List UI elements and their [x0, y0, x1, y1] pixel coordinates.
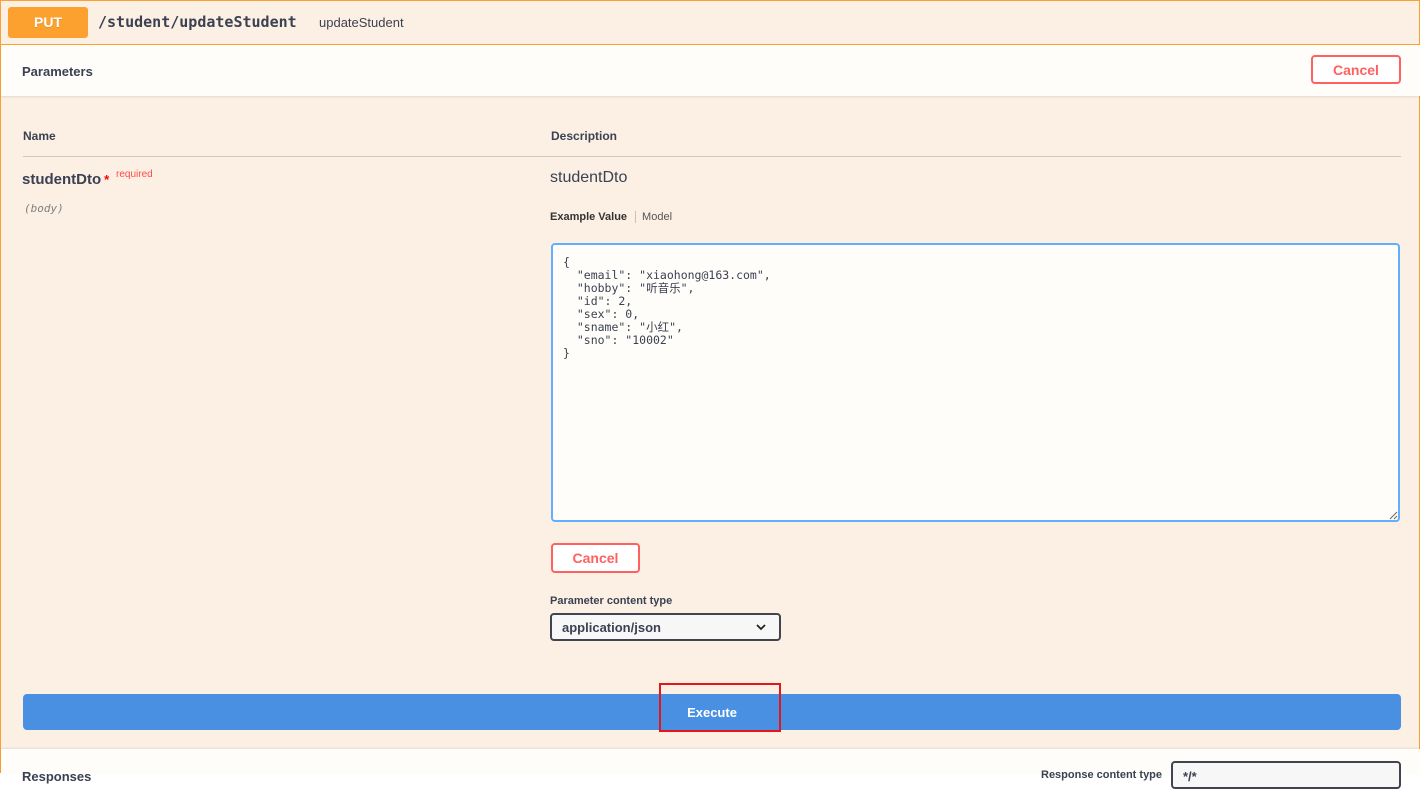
- chevron-down-icon: [756, 624, 766, 631]
- response-content-type-label: Response content type: [1041, 769, 1163, 781]
- column-description-header: Description: [551, 129, 618, 143]
- operation-summary: updateStudent: [319, 15, 404, 30]
- execute-button[interactable]: Execute: [23, 694, 1401, 730]
- example-model-tabs: Example Value Model: [550, 211, 672, 223]
- tab-model[interactable]: Model: [636, 211, 672, 223]
- body-param-textarea[interactable]: { "email": "xiaohong@163.com", "hobby": …: [551, 243, 1400, 522]
- parameter-content-type-value: application/json: [562, 620, 661, 635]
- parameters-header: Parameters: [1, 45, 1420, 96]
- parameter-description: studentDto: [550, 169, 628, 186]
- required-label: required: [116, 169, 153, 180]
- resize-grip-icon[interactable]: [1388, 510, 1398, 520]
- method-badge: PUT: [8, 7, 88, 38]
- required-star: *: [104, 172, 110, 187]
- parameters-title: Parameters: [22, 64, 93, 79]
- opblock-put: PUT /student/updateStudent updateStudent…: [0, 0, 1420, 789]
- tab-example-value[interactable]: Example Value: [550, 211, 637, 223]
- parameter-content-type-label: Parameter content type: [550, 595, 673, 607]
- cancel-edit-button[interactable]: Cancel: [551, 543, 640, 573]
- parameter-location: (body): [24, 202, 64, 215]
- response-content-type-value: */*: [1183, 769, 1197, 784]
- table-divider: [23, 156, 1401, 157]
- response-content-type-select[interactable]: */*: [1171, 761, 1401, 789]
- parameter-name-text: studentDto: [22, 171, 102, 188]
- parameter-content-type-select[interactable]: application/json: [550, 613, 781, 641]
- opblock-summary[interactable]: PUT /student/updateStudent updateStudent: [1, 1, 1420, 45]
- operation-path: /student/updateStudent: [98, 13, 297, 31]
- responses-title: Responses: [22, 769, 92, 784]
- column-name-header: Name: [23, 129, 56, 143]
- parameter-name: studentDto *: [22, 171, 109, 188]
- cancel-try-out-button[interactable]: Cancel: [1311, 55, 1401, 84]
